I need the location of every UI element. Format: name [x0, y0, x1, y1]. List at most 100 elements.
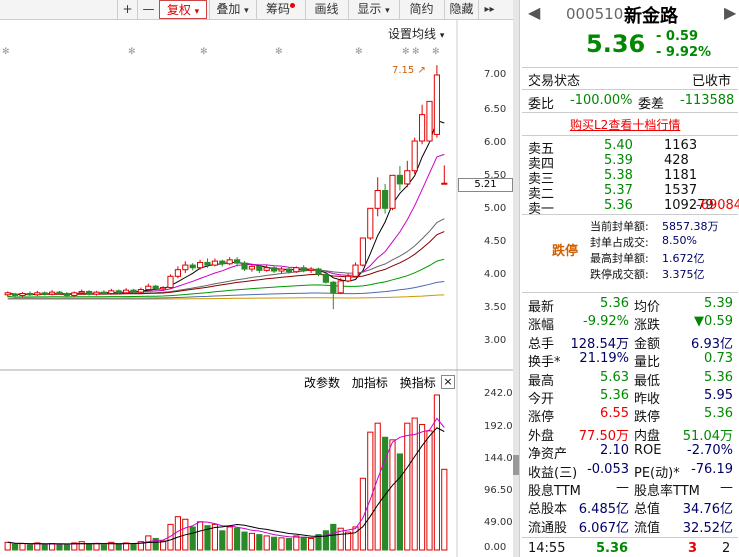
price-change: - 0.59: [656, 29, 698, 44]
high-annotation-value: 7.15: [392, 65, 415, 76]
candle-body: [433, 74, 440, 135]
candle-body: [108, 290, 115, 294]
current-price-marker: 5.21: [458, 178, 513, 192]
chevron-down-icon: ▾: [244, 6, 249, 16]
volume-bar: [130, 543, 137, 551]
volume-bar: [352, 526, 359, 551]
candle-body: [337, 280, 344, 294]
order-volume: 1181: [664, 168, 698, 183]
zoom-in-button[interactable]: +: [117, 0, 137, 19]
stat-label: 总值: [634, 502, 661, 518]
fuquan-dropdown[interactable]: 复权 ▾: [159, 0, 207, 19]
arrow-right-icon: ↗: [417, 65, 426, 76]
candle-body: [219, 260, 226, 265]
price-tick-label: 4.00: [484, 269, 507, 280]
event-marker-icon: ✻: [2, 47, 10, 57]
order-price: 5.40: [604, 138, 633, 153]
limit-down-tag: 跌停: [552, 244, 579, 259]
candle-body: [130, 289, 137, 293]
stat-value: -9.92%: [583, 314, 629, 330]
huan-zhibiao-button[interactable]: 换指标: [400, 376, 436, 390]
stat-value: 6.067亿: [578, 520, 629, 536]
tick-price: 5.36: [596, 541, 629, 556]
gai-canshu-button[interactable]: 改参数: [304, 376, 340, 390]
stat-value: -76.19: [691, 461, 733, 477]
candle-body: [411, 140, 418, 172]
volume-bar: [322, 530, 329, 551]
candle-body: [41, 292, 48, 295]
volume-bar: [441, 468, 448, 551]
order-volume: 1537: [664, 183, 698, 198]
stat-value: 21.19%: [579, 351, 629, 367]
candle-body: [300, 267, 307, 271]
candle-body: [285, 268, 292, 273]
candle-body: [322, 273, 329, 283]
stat-label: 流通股: [528, 520, 568, 536]
chouma-button[interactable]: 筹码: [256, 0, 304, 19]
volume-bar: [411, 417, 418, 551]
volume-tick-label: 0.00: [484, 542, 507, 553]
candle-body: [63, 292, 70, 296]
stat-value: 77.50万: [578, 428, 629, 444]
limit-row-value: 1.672亿: [662, 252, 705, 265]
price-tick-label: 3.00: [484, 335, 507, 346]
candle-body: [367, 207, 374, 239]
volume-bar: [330, 523, 337, 551]
candle-body: [234, 259, 241, 264]
diejia-label: 叠加: [216, 2, 241, 16]
candle-body: [352, 264, 359, 277]
stat-label: 股息率TTM: [634, 484, 700, 499]
chart-area[interactable]: + — 复权 ▾ 叠加 ▾ 筹码 画线 显示 ▾ 简约 隐藏 ▸▸ 设置均线 ▾…: [0, 0, 519, 557]
stat-value: 32.52亿: [682, 520, 733, 536]
yincang-button[interactable]: 隐藏: [444, 0, 478, 19]
candle-body: [389, 174, 396, 209]
event-marker-icon: ✻: [402, 47, 410, 57]
volume-bar: [63, 543, 70, 551]
xianshi-dropdown[interactable]: 显示 ▾: [348, 0, 398, 19]
volume-bar: [234, 527, 241, 551]
volume-bar: [426, 430, 433, 551]
event-marker-icon: ✻: [275, 47, 283, 57]
order-price: 5.36: [604, 198, 633, 213]
volume-bar: [115, 543, 122, 551]
volume-bar: [26, 544, 33, 551]
volume-bar: [396, 453, 403, 551]
more-icon[interactable]: ▸▸: [478, 0, 500, 19]
weicha-label: 委差: [638, 97, 665, 112]
candle-body: [123, 289, 130, 294]
event-marker-icon: ✻: [200, 47, 208, 57]
candle-body: [137, 289, 144, 293]
jianyue-button[interactable]: 简约: [399, 0, 443, 19]
order-volume: 1163: [664, 138, 698, 153]
volume-bar: [271, 536, 278, 551]
candle-body: [19, 292, 26, 296]
stat-label: ROE: [634, 443, 662, 459]
diejia-dropdown[interactable]: 叠加 ▾: [209, 0, 255, 19]
stat-label: 金额: [634, 336, 661, 352]
price-change-pct: - 9.92%: [656, 45, 712, 60]
candle-body: [396, 174, 403, 185]
candle-body: [374, 190, 381, 209]
next-stock-icon[interactable]: ▶: [724, 3, 736, 22]
event-marker-icon: ✻: [128, 47, 136, 57]
volume-bar: [197, 521, 204, 551]
stat-value: 5.36: [704, 369, 733, 385]
candle-body: [308, 268, 315, 271]
quote-panel: ◀ 000510 新金路 ▶ 5.36 - 0.59 - 9.92% 交易状态 …: [519, 0, 739, 557]
candle-body: [278, 268, 285, 272]
chart-toolbar: + — 复权 ▾ 叠加 ▾ 筹码 画线 显示 ▾ 简约 隐藏 ▸▸: [0, 0, 517, 20]
weibi-value: -100.00%: [570, 93, 633, 108]
stat-label: 换手*: [528, 355, 561, 371]
volume-bar: [367, 431, 374, 551]
l2-purchase-link[interactable]: 购买L2查看十档行情: [570, 116, 680, 133]
zoom-out-button[interactable]: —: [137, 0, 159, 19]
stat-label: 股息TTM: [528, 484, 581, 499]
close-icon[interactable]: ×: [441, 375, 455, 389]
weibi-label: 委比: [528, 97, 555, 112]
candle-body: [330, 281, 337, 294]
candle-body: [248, 265, 255, 270]
huaxian-button[interactable]: 画线: [305, 0, 347, 19]
prev-stock-icon[interactable]: ◀: [528, 3, 540, 22]
jia-zhibiao-button[interactable]: 加指标: [352, 376, 388, 390]
stat-label: 涨跌: [634, 318, 661, 334]
